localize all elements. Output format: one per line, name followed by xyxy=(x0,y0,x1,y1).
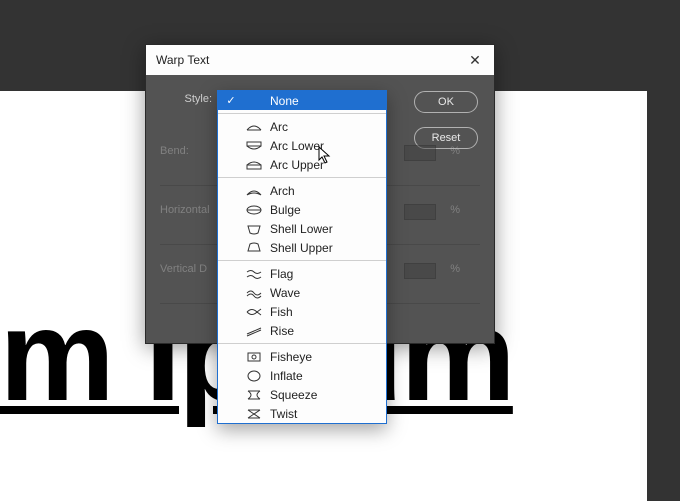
style-option-label: Arc Upper xyxy=(270,158,324,172)
style-option-arch[interactable]: Arch xyxy=(218,181,386,200)
style-option-label: Shell Lower xyxy=(270,222,333,236)
style-option-label: Arc Lower xyxy=(270,139,324,153)
style-option-label: Inflate xyxy=(270,369,303,383)
bulge-icon xyxy=(246,204,262,216)
vert-value-field[interactable] xyxy=(404,263,436,279)
style-option-arc-upper[interactable]: Arc Upper xyxy=(218,155,386,174)
close-icon[interactable]: ✕ xyxy=(466,45,484,75)
style-option-label: Wave xyxy=(270,286,300,300)
shell-upper-icon xyxy=(246,242,262,254)
style-option-shell-lower[interactable]: Shell Lower xyxy=(218,219,386,238)
arch-icon xyxy=(246,185,262,197)
wave-icon xyxy=(246,287,262,299)
style-dropdown[interactable]: ✓ None Arc Arc Lower Arc Upper Arch Bulge Shell… xyxy=(217,90,387,424)
style-option-label: Bulge xyxy=(270,203,301,217)
dropdown-separator xyxy=(218,343,386,344)
style-option-label: None xyxy=(270,94,299,108)
style-option-fisheye[interactable]: Fisheye xyxy=(218,347,386,366)
dropdown-separator xyxy=(218,260,386,261)
shell-lower-icon xyxy=(246,223,262,235)
style-option-label: Arc xyxy=(270,120,288,134)
style-option-arc[interactable]: Arc xyxy=(218,117,386,136)
dropdown-separator xyxy=(218,177,386,178)
style-option-label: Arch xyxy=(270,184,295,198)
arc-lower-icon xyxy=(246,140,262,152)
horiz-value-field[interactable] xyxy=(404,204,436,220)
style-option-shell-upper[interactable]: Shell Upper xyxy=(218,238,386,257)
style-option-flag[interactable]: Flag xyxy=(218,264,386,283)
fish-icon xyxy=(246,306,262,318)
style-option-wave[interactable]: Wave xyxy=(218,283,386,302)
style-option-label: Fish xyxy=(270,305,293,319)
style-option-bulge[interactable]: Bulge xyxy=(218,200,386,219)
style-option-rise[interactable]: Rise xyxy=(218,321,386,340)
bend-value-field[interactable] xyxy=(404,145,436,161)
arc-icon xyxy=(246,121,262,133)
style-option-label: Flag xyxy=(270,267,293,281)
style-option-twist[interactable]: Twist xyxy=(218,404,386,423)
style-option-label: Fisheye xyxy=(270,350,312,364)
rise-icon xyxy=(246,325,262,337)
inflate-icon xyxy=(246,370,262,382)
style-option-none[interactable]: ✓ None xyxy=(218,91,386,110)
flag-icon xyxy=(246,268,262,280)
style-option-fish[interactable]: Fish xyxy=(218,302,386,321)
style-option-arc-lower[interactable]: Arc Lower xyxy=(218,136,386,155)
squeeze-icon xyxy=(246,389,262,401)
arc-upper-icon xyxy=(246,159,262,171)
dialog-titlebar[interactable]: Warp Text ✕ xyxy=(146,45,494,75)
style-option-label: Rise xyxy=(270,324,294,338)
check-icon: ✓ xyxy=(224,94,238,107)
style-option-inflate[interactable]: Inflate xyxy=(218,366,386,385)
dropdown-separator xyxy=(218,113,386,114)
fisheye-icon xyxy=(246,351,262,363)
style-option-label: Shell Upper xyxy=(270,241,333,255)
style-option-label: Twist xyxy=(270,407,297,421)
style-option-label: Squeeze xyxy=(270,388,317,402)
style-option-squeeze[interactable]: Squeeze xyxy=(218,385,386,404)
style-label: Style: xyxy=(160,93,220,105)
twist-icon xyxy=(246,408,262,420)
app-chrome-right xyxy=(647,0,680,501)
dialog-title: Warp Text xyxy=(156,45,209,75)
